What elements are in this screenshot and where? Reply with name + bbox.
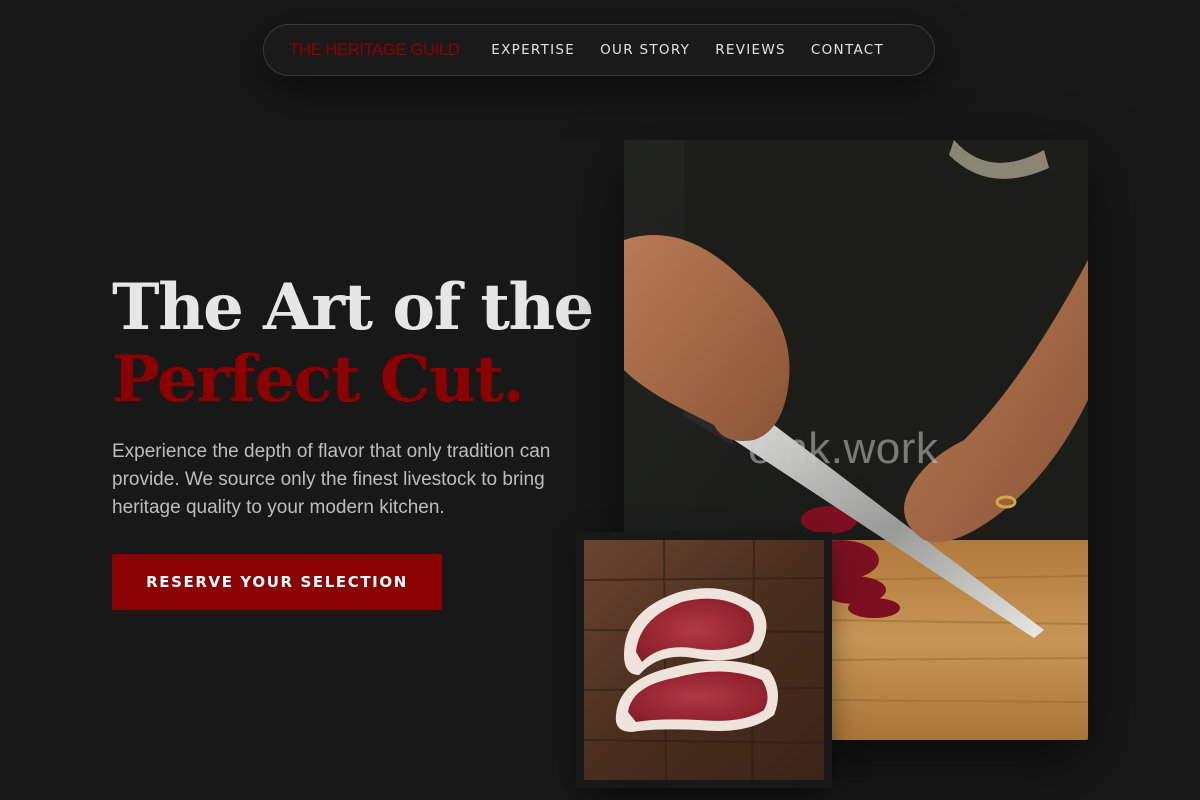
nav-link-reviews[interactable]: REVIEWS (715, 42, 786, 58)
hero-title: The Art of the Perfect Cut. (112, 270, 594, 417)
top-nav: THE HERITAGE GUILD EXPERTISE OUR STORY R… (263, 24, 935, 76)
nav-link-our-story[interactable]: OUR STORY (600, 42, 690, 58)
hero-title-line1: The Art of the (112, 270, 594, 345)
nav-link-contact[interactable]: CONTACT (811, 42, 884, 58)
nav-link-expertise[interactable]: EXPERTISE (491, 42, 575, 58)
hero-title-line2: Perfect Cut. (112, 342, 525, 417)
reserve-selection-button[interactable]: RESERVE YOUR SELECTION (112, 554, 442, 610)
brand-logo[interactable]: THE HERITAGE GUILD (289, 40, 460, 60)
raw-steaks-photo (576, 532, 832, 788)
watermark-text: oink.work (748, 424, 939, 473)
hero-description: Experience the depth of flavor that only… (112, 441, 551, 518)
nav-links: EXPERTISE OUR STORY REVIEWS CONTACT (491, 42, 884, 58)
